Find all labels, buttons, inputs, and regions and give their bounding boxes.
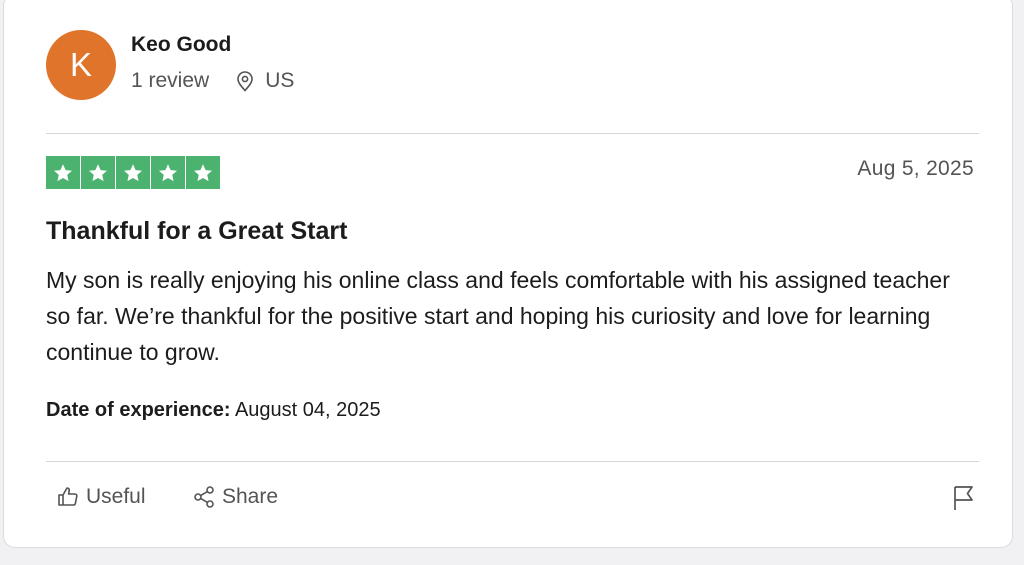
avatar[interactable]: K: [46, 30, 116, 100]
star-icon: [186, 156, 220, 189]
location-pin-icon: [235, 70, 255, 92]
avatar-initial: K: [69, 46, 92, 83]
review-title: Thankful for a Great Start: [46, 217, 348, 245]
experience-date: August 04, 2025: [234, 399, 381, 421]
star-rating: [46, 156, 220, 189]
share-button[interactable]: Share: [192, 485, 278, 509]
share-icon: [192, 485, 216, 509]
experience-label: Date of experience:: [46, 399, 231, 421]
useful-label: Useful: [86, 485, 146, 508]
star-icon: [116, 156, 150, 189]
star-icon: [46, 156, 80, 189]
reviewer-meta: 1 review US: [131, 69, 294, 93]
star-icon: [151, 156, 185, 189]
star-icon: [81, 156, 115, 189]
share-label: Share: [222, 485, 279, 508]
review-date: Aug 5, 2025: [857, 157, 974, 180]
reviewer-name[interactable]: Keo Good: [131, 33, 231, 57]
useful-button[interactable]: Useful: [56, 485, 146, 509]
divider: [46, 461, 979, 462]
review-card: K Keo Good 1 review US Aug 5, 2025 Thank…: [3, 0, 1013, 548]
reviewer-country: US: [265, 69, 295, 92]
divider: [46, 133, 979, 134]
thumbs-up-icon: [56, 485, 80, 509]
review-count: 1 review: [131, 69, 210, 92]
date-of-experience: Date of experience: August 04, 2025: [46, 399, 381, 422]
flag-icon[interactable]: [952, 484, 976, 512]
review-body: My son is really enjoying his online cla…: [46, 267, 950, 365]
